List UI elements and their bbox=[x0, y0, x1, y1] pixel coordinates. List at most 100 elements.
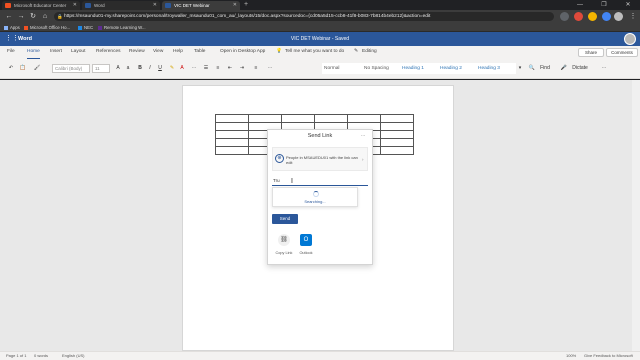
format-painter-icon[interactable]: 🖌 bbox=[32, 64, 42, 73]
globe-icon: ⊕ bbox=[275, 154, 284, 163]
menu-home[interactable]: Home bbox=[27, 46, 40, 59]
text-cursor-icon: I bbox=[291, 178, 293, 185]
menu-view[interactable]: View bbox=[153, 46, 163, 59]
send-button[interactable]: Send bbox=[272, 214, 298, 224]
bookmark-label: Microsoft Office Ho... bbox=[30, 25, 71, 30]
decrease-indent-icon[interactable]: ⇤ bbox=[226, 64, 234, 73]
close-tab-icon[interactable]: ✕ bbox=[233, 1, 237, 10]
browser-tab-educator[interactable]: Microsoft Educator Center ✕ bbox=[2, 1, 80, 10]
star-icon[interactable] bbox=[560, 12, 569, 21]
find-button[interactable]: Find bbox=[536, 64, 554, 73]
status-bar bbox=[0, 351, 640, 360]
extension-icon[interactable] bbox=[602, 12, 611, 21]
suggestions-dropdown bbox=[272, 187, 358, 207]
user-avatar[interactable] bbox=[624, 33, 636, 45]
more-font-icon[interactable]: ⋯ bbox=[190, 64, 198, 73]
share-button[interactable]: Share bbox=[578, 48, 604, 57]
close-tab-icon[interactable]: ✕ bbox=[73, 1, 77, 10]
bookmark-remote-learning[interactable]: Remote Learning W... bbox=[98, 23, 146, 32]
style-heading-2[interactable]: Heading 2 bbox=[438, 63, 478, 74]
italic-icon[interactable]: I bbox=[146, 64, 154, 73]
more-options-icon[interactable]: ⋯ bbox=[600, 64, 608, 73]
recipient-input[interactable]: Tru bbox=[272, 176, 368, 186]
word-logo-icon bbox=[85, 3, 91, 8]
font-size-select[interactable]: 11 bbox=[92, 64, 110, 73]
grow-font-icon[interactable]: A bbox=[114, 64, 122, 73]
comments-button[interactable]: Comments bbox=[606, 48, 638, 57]
align-icon[interactable]: ≡ bbox=[252, 64, 260, 73]
word-count: 0 words bbox=[34, 353, 49, 358]
dictate-button[interactable]: Dictate bbox=[568, 64, 592, 73]
vertical-scrollbar[interactable] bbox=[632, 80, 640, 351]
bookmark-apps[interactable]: Apps bbox=[4, 23, 20, 32]
undo-icon[interactable]: ↶ bbox=[6, 64, 16, 73]
bookmark-office[interactable]: Microsoft Office Ho... bbox=[24, 23, 70, 32]
pencil-icon: ✎ bbox=[354, 49, 359, 54]
paragraph-more-icon[interactable]: ⋯ bbox=[266, 64, 274, 73]
menu-insert[interactable]: Insert bbox=[50, 46, 62, 59]
browser-tab-webinar[interactable]: VIC DET Webinar ✕ bbox=[162, 1, 240, 10]
new-tab-button[interactable]: + bbox=[244, 0, 248, 10]
shrink-font-icon[interactable]: a bbox=[124, 64, 132, 73]
find-icon[interactable]: 🔍 bbox=[528, 64, 536, 73]
open-desktop-app[interactable]: Open in Desktop App bbox=[220, 46, 265, 59]
browser-menu-icon[interactable]: ⋮ bbox=[628, 10, 638, 23]
menu-layout[interactable]: Layout bbox=[71, 46, 85, 59]
tab-label: VIC DET Webinar bbox=[174, 3, 210, 8]
tell-me-search[interactable]: Tell me what you want to do bbox=[285, 46, 344, 59]
numbering-icon[interactable]: ≡ bbox=[214, 64, 222, 73]
more-options-button[interactable]: ... bbox=[361, 132, 365, 138]
browser-tab-word[interactable]: Word ✕ bbox=[82, 1, 160, 10]
clipboard-icon[interactable]: 📋 bbox=[18, 64, 28, 73]
bullets-icon[interactable]: ☰ bbox=[202, 64, 210, 73]
close-tab-icon[interactable]: ✕ bbox=[153, 1, 157, 10]
lightbulb-icon: 💡 bbox=[276, 49, 282, 54]
font-color-icon[interactable]: A bbox=[178, 64, 186, 73]
maximize-window-button[interactable]: ❐ bbox=[592, 0, 616, 10]
bookmark-nec[interactable]: NEC bbox=[78, 23, 93, 32]
font-name-select[interactable]: Calibri (Body) bbox=[52, 64, 90, 73]
menu-review[interactable]: Review bbox=[129, 46, 145, 59]
url-field[interactable]: 🔒 https://msaundu01-my.sharepoint.com/pe… bbox=[54, 12, 554, 21]
microsoft-logo-icon bbox=[5, 3, 11, 8]
profile-avatar[interactable] bbox=[614, 12, 623, 21]
editing-mode-dropdown[interactable]: Editing bbox=[362, 46, 377, 59]
increase-indent-icon[interactable]: ⇥ bbox=[238, 64, 246, 73]
back-button[interactable]: ← bbox=[4, 10, 14, 23]
minimize-window-button[interactable]: — bbox=[568, 0, 592, 10]
style-heading-1[interactable]: Heading 1 bbox=[400, 63, 440, 74]
extension-icon[interactable] bbox=[574, 12, 583, 21]
copy-link-label[interactable]: Copy Link bbox=[272, 251, 296, 255]
apps-grid-icon bbox=[4, 25, 8, 30]
menu-table[interactable]: Table bbox=[194, 46, 205, 59]
loading-spinner-icon bbox=[313, 191, 319, 197]
underline-icon[interactable]: U bbox=[156, 64, 164, 73]
reload-button[interactable]: ↻ bbox=[28, 10, 38, 23]
document-title[interactable]: VIC DET Webinar - Saved bbox=[0, 32, 640, 46]
page-count: Page 1 of 1 bbox=[6, 353, 27, 358]
style-no-spacing[interactable]: No Spacing bbox=[362, 63, 402, 74]
outlook-icon[interactable]: O bbox=[300, 234, 312, 246]
styles-expand-icon[interactable]: ▾ bbox=[516, 64, 524, 73]
microphone-icon[interactable]: 🎤 bbox=[560, 64, 568, 73]
style-normal[interactable]: Normal bbox=[322, 63, 362, 74]
zoom-level[interactable]: 100% bbox=[566, 351, 576, 360]
extension-icon[interactable] bbox=[588, 12, 597, 21]
language[interactable]: English (US) bbox=[62, 351, 84, 360]
bookmarks-bar bbox=[0, 23, 640, 32]
highlight-icon[interactable]: ✎ bbox=[168, 64, 176, 73]
close-window-button[interactable]: ✕ bbox=[616, 0, 640, 10]
url-text: https://msaundu01-my.sharepoint.com/pers… bbox=[64, 14, 431, 19]
menu-help[interactable]: Help bbox=[173, 46, 183, 59]
menu-file[interactable]: File bbox=[7, 46, 15, 59]
bold-icon[interactable]: B bbox=[136, 64, 144, 73]
outlook-label[interactable]: Outlook bbox=[294, 251, 318, 255]
home-button[interactable]: ⌂ bbox=[40, 10, 50, 23]
searching-status: Searching... bbox=[304, 199, 326, 204]
bookmark-label: Apps bbox=[10, 25, 20, 30]
forward-button[interactable]: → bbox=[16, 10, 26, 23]
menu-references[interactable]: References bbox=[96, 46, 121, 59]
link-icon[interactable]: ⛓ bbox=[278, 234, 290, 246]
feedback-link[interactable]: Give Feedback to Microsoft bbox=[584, 351, 633, 360]
style-heading-3[interactable]: Heading 3 bbox=[476, 63, 516, 74]
